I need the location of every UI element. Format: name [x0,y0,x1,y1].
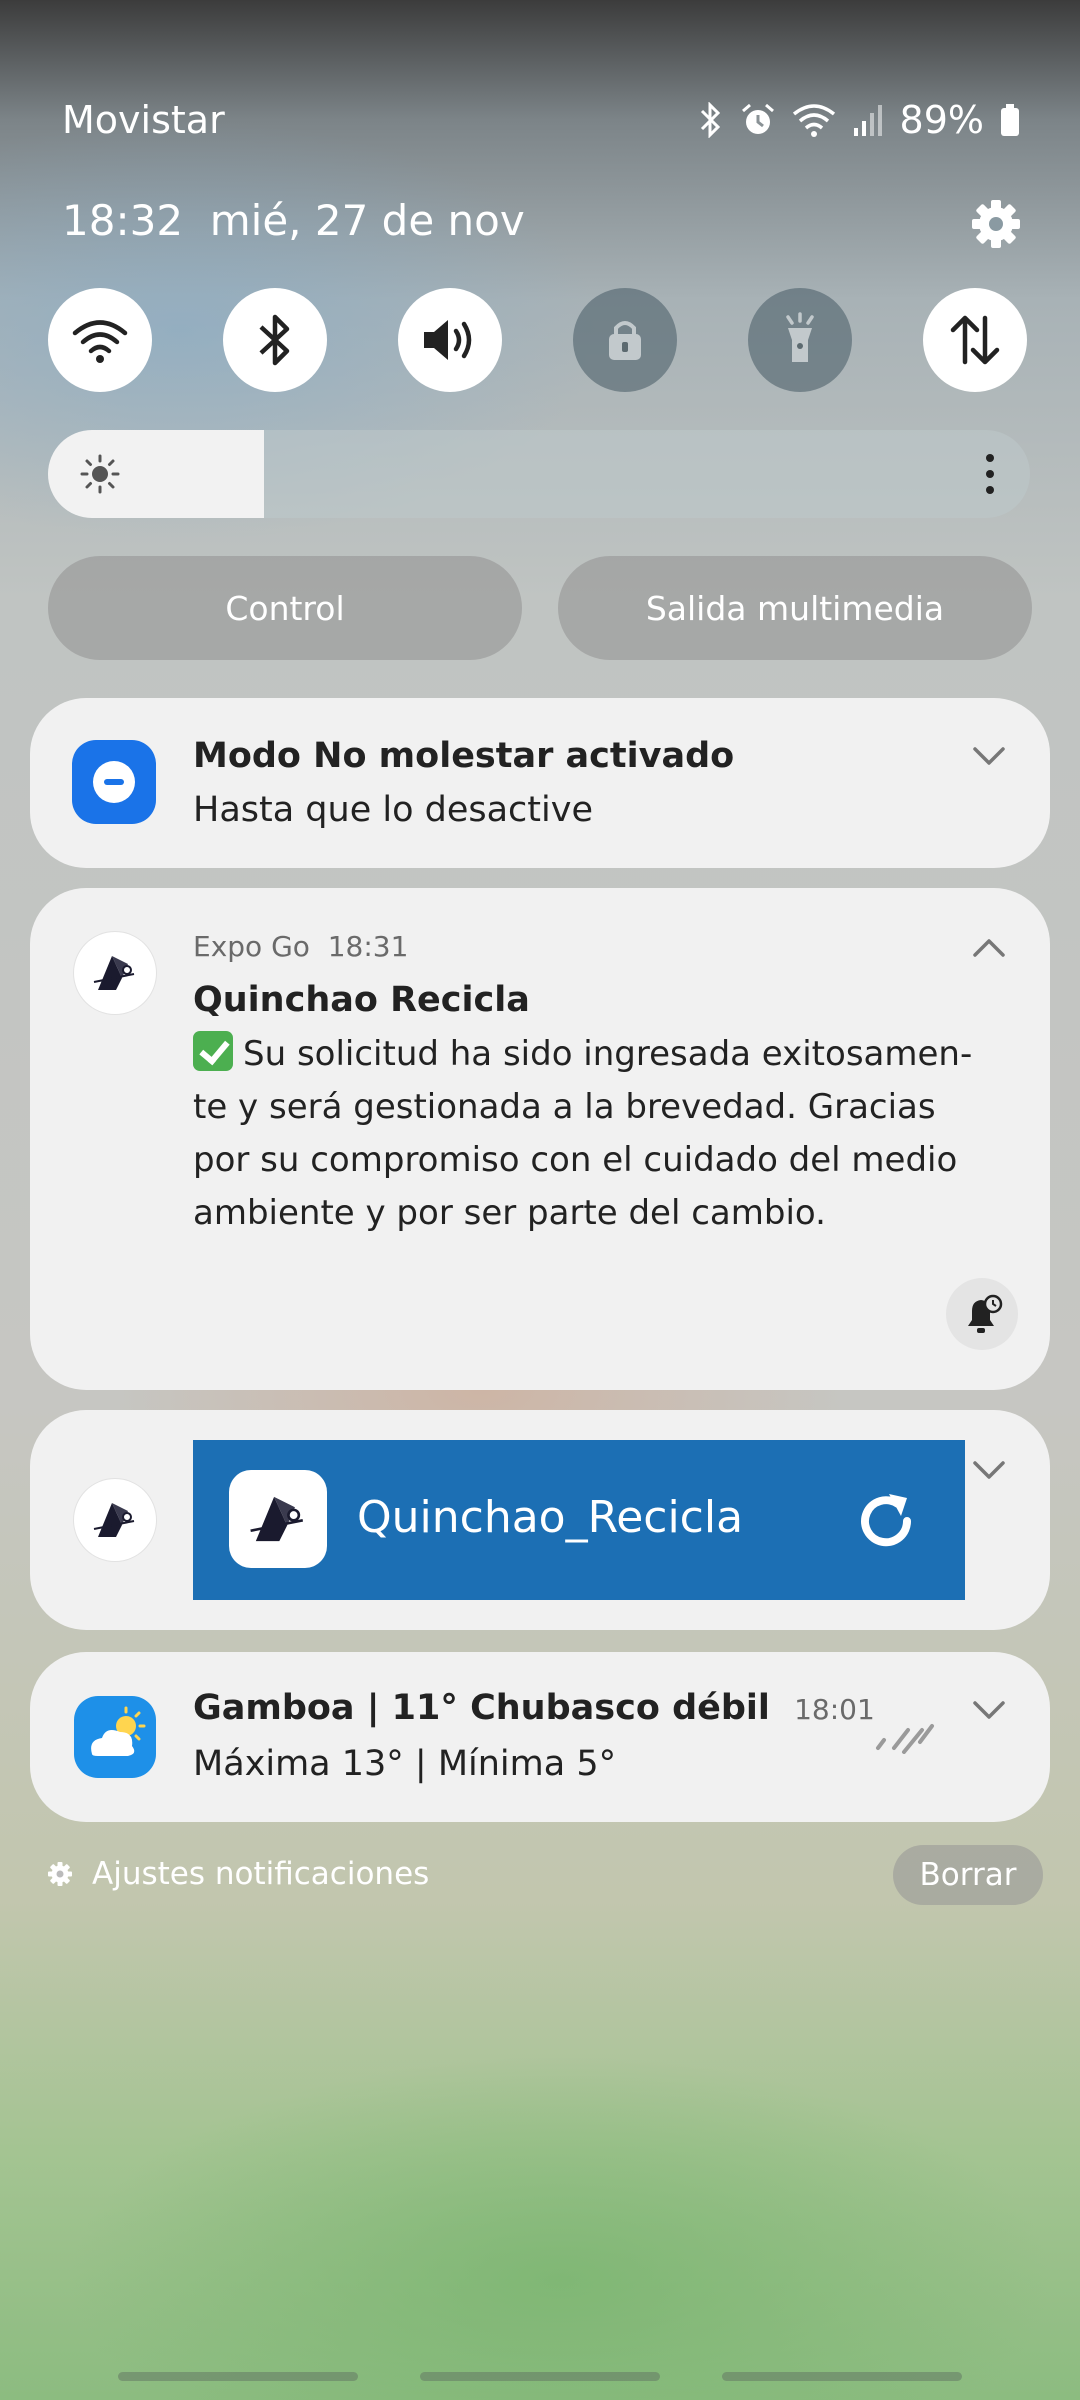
app-icon [74,1479,156,1561]
qs-rotation-lock-toggle[interactable] [573,288,677,392]
bluetooth-icon [700,102,720,138]
notification-body: Su solicitud ha sido ingresada exitosame… [193,1028,1003,1240]
weather-title: Gamboa | 11° Chubasco débil [193,1688,770,1728]
status-bar: Movistar 89% [0,90,1080,160]
battery-icon [1001,104,1019,136]
qs-sound-toggle[interactable] [398,288,502,392]
chevron-down-icon[interactable] [972,1700,1006,1720]
control-button[interactable]: Control [48,556,522,660]
bell-snooze-icon [968,1294,1003,1333]
brightness-slider[interactable] [48,430,1030,518]
wifi-icon [72,320,128,363]
chevron-down-icon[interactable] [972,746,1006,766]
sun-icon [80,454,120,494]
gear-icon [972,200,1020,248]
nav-recents[interactable] [118,2372,358,2381]
notification-time: 18:01 [794,1693,875,1726]
check-mark-emoji [193,1031,233,1071]
qs-bluetooth-toggle[interactable] [223,288,327,392]
do-not-disturb-icon [72,740,156,824]
cloud-sun-icon [91,1706,146,1756]
notification-settings-label: Ajustes notificaciones [92,1856,430,1892]
notification-weather[interactable]: Gamboa | 11° Chubasco débil 18:01 Máxima… [30,1652,1050,1822]
notification-dnd[interactable]: Modo No molestar activado Hasta que lo d… [30,698,1050,868]
notification-meta: Expo Go 18:31 [193,930,408,963]
nav-back[interactable] [722,2372,962,2381]
lock-icon [609,321,641,360]
more-options-icon[interactable] [984,452,996,496]
date: mié, 27 de nov [209,196,525,245]
bluetooth-icon [259,314,290,366]
flashlight-icon [786,312,814,362]
nav-home[interactable] [420,2372,660,2381]
chevron-down-icon[interactable] [972,1460,1006,1480]
notification-body-text: Su solicitud ha sido ingresada exitosame… [193,1034,973,1233]
alarm-icon [741,103,774,134]
quinchao-logo-icon [250,1496,304,1542]
notification-expo-dev[interactable]: Quinchao_Recicla [30,1410,1050,1630]
wifi-icon [792,104,835,137]
navigation-bar [0,2372,1080,2382]
quick-settings [48,288,1028,392]
notification-settings-link[interactable]: Ajustes notificaciones [46,1856,429,1892]
quinchao-logo-icon [93,956,135,990]
qs-mobile-data-toggle[interactable] [923,288,1027,392]
carrier-name: Movistar [62,98,225,142]
snooze-button[interactable] [946,1278,1018,1350]
notification-expo-go[interactable]: Expo Go 18:31 Quinchao Recicla Su solici… [30,888,1050,1390]
notification-title: Quinchao Recicla [193,980,530,1020]
notification-time: 18:31 [327,930,409,963]
notification-title: Modo No molestar activado [193,736,735,776]
notification-title: Gamboa | 11° Chubasco débil 18:01 [193,1688,875,1728]
qs-wifi-toggle[interactable] [48,288,152,392]
gear-icon [48,1862,72,1886]
refresh-icon[interactable] [851,1486,921,1556]
quinchao-logo-icon [93,1503,135,1537]
chevron-up-icon[interactable] [972,938,1006,958]
banner-label: Quinchao_Recicla [357,1492,744,1543]
app-name: Expo Go [193,930,310,963]
clock: 18:32 [62,196,184,245]
data-transfer-icon [950,315,1000,365]
rain-icon [876,1724,934,1754]
app-icon [74,932,156,1014]
weather-partly-cloudy-icon [74,1696,156,1778]
settings-button[interactable] [968,196,1024,252]
media-output-button[interactable]: Salida multimedia [558,556,1032,660]
signal-icon [853,105,882,136]
date-time: 18:32 mié, 27 de nov [62,196,525,245]
qs-flashlight-toggle[interactable] [748,288,852,392]
notification-subtitle: Hasta que lo desactive [193,790,593,830]
banner-logo [229,1470,327,1568]
notification-subtitle: Máxima 13° | Mínima 5° [193,1744,617,1784]
app-banner[interactable]: Quinchao_Recicla [193,1440,965,1600]
volume-icon [424,320,472,360]
battery-percentage: 89% [899,98,984,142]
status-icons: 89% [698,98,1020,142]
clear-button[interactable]: Borrar [893,1845,1043,1905]
